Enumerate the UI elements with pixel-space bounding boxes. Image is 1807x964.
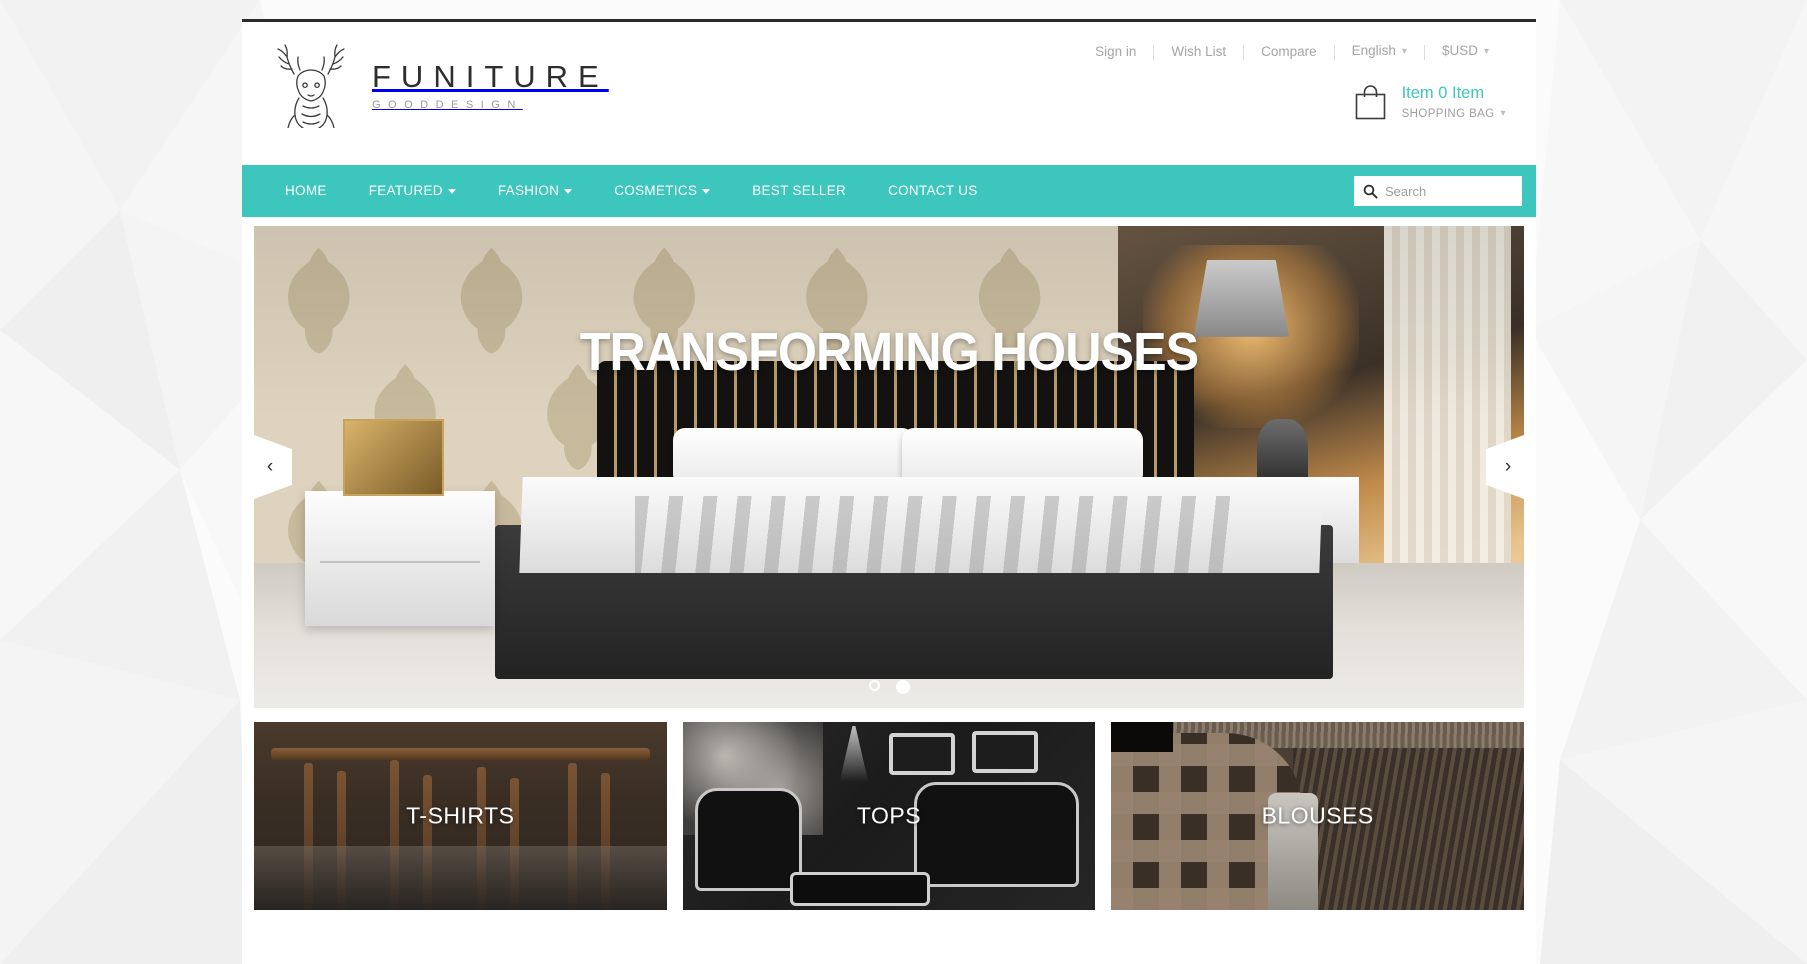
category-label: BLOUSES xyxy=(1261,802,1374,829)
category-tile-tshirts[interactable]: T-SHIRTS xyxy=(254,722,667,910)
language-selector[interactable]: English ▾ xyxy=(1335,42,1424,62)
chandelier xyxy=(839,725,869,783)
wall-mirror xyxy=(889,733,956,775)
chevron-left-icon: ‹ xyxy=(266,456,274,477)
cart-text: Item 0 Item SHOPPING BAG ▾ xyxy=(1402,84,1506,120)
hero-overlay xyxy=(254,226,1524,708)
deer-head-icon xyxy=(277,44,345,128)
search-input[interactable] xyxy=(1385,183,1513,199)
category-tile-tops[interactable]: TOPS xyxy=(682,722,1096,910)
caret-down-icon xyxy=(447,188,456,194)
nav-item-cosmetics[interactable]: COSMETICS xyxy=(593,165,731,217)
main-navigation-bar: HOME FEATURED FASHION COSMETICS BEST SEL… xyxy=(242,165,1536,217)
category-label: T-SHIRTS xyxy=(406,802,515,829)
language-label: English xyxy=(1351,43,1396,58)
currency-label: $USD xyxy=(1441,43,1478,58)
hero-carousel: TRANSFORMING HOUSES ‹ › xyxy=(254,226,1524,708)
search-box[interactable] xyxy=(1354,176,1522,206)
shopping-bag-widget[interactable]: Item 0 Item SHOPPING BAG ▾ xyxy=(1355,84,1506,120)
currency-selector[interactable]: $USD ▾ xyxy=(1425,42,1506,62)
logo-subtitle: GOODDESIGN xyxy=(372,99,523,111)
chevron-down-icon: ▾ xyxy=(1401,46,1407,57)
nav-item-best-seller[interactable]: BEST SELLER xyxy=(731,165,867,217)
nav-item-fashion[interactable]: FASHION xyxy=(477,165,593,217)
compare-link[interactable]: Compare xyxy=(1244,43,1334,61)
cart-count: Item 0 Item xyxy=(1401,84,1485,103)
table-top xyxy=(270,748,651,761)
site-header: FUNITURE GOODDESIGN Sign in Wish List Co… xyxy=(242,22,1536,165)
sofa xyxy=(913,782,1079,888)
site-container: FUNITURE GOODDESIGN Sign in Wish List Co… xyxy=(242,19,1536,964)
nav-item-featured[interactable]: FEATURED xyxy=(348,165,477,217)
caret-down-icon xyxy=(564,188,573,194)
cart-label: SHOPPING BAG ▾ xyxy=(1401,107,1506,120)
floor-shadow xyxy=(254,846,667,910)
wall-mirror xyxy=(971,731,1038,773)
nav-item-home[interactable]: HOME xyxy=(264,165,348,217)
search-icon xyxy=(1363,184,1378,199)
carousel-dot-2[interactable] xyxy=(895,680,910,694)
chevron-down-icon: ▾ xyxy=(1500,107,1506,119)
caret-down-icon xyxy=(702,188,711,194)
category-tiles: T-SHIRTS TOPS BLOUSES xyxy=(254,722,1525,910)
dark-corner xyxy=(1111,722,1174,753)
site-logo[interactable]: FUNITURE GOODDESIGN xyxy=(272,38,609,128)
chevron-down-icon: ▾ xyxy=(1483,46,1489,57)
top-utility-links: Sign in Wish List Compare English ▾ $USD ▾ xyxy=(1078,42,1506,62)
hero-slide-image xyxy=(254,226,1524,708)
carousel-dots xyxy=(254,680,1524,694)
hero-caption: TRANSFORMING HOUSES xyxy=(579,322,1199,382)
carousel-dot-1[interactable] xyxy=(868,680,880,691)
logo-text: FUNITURE GOODDESIGN xyxy=(372,55,609,111)
nav-item-contact-us[interactable]: CONTACT US xyxy=(867,165,999,217)
shopping-bag-icon xyxy=(1355,85,1385,120)
coffee-table xyxy=(789,872,931,907)
category-label: TOPS xyxy=(856,802,922,829)
wishlist-link[interactable]: Wish List xyxy=(1154,43,1243,61)
chevron-right-icon: › xyxy=(1504,456,1512,477)
logo-title: FUNITURE xyxy=(372,59,609,94)
category-tile-blouses[interactable]: BLOUSES xyxy=(1111,722,1525,910)
signin-link[interactable]: Sign in xyxy=(1078,43,1153,61)
nav-list: HOME FEATURED FASHION COSMETICS BEST SEL… xyxy=(242,165,999,217)
